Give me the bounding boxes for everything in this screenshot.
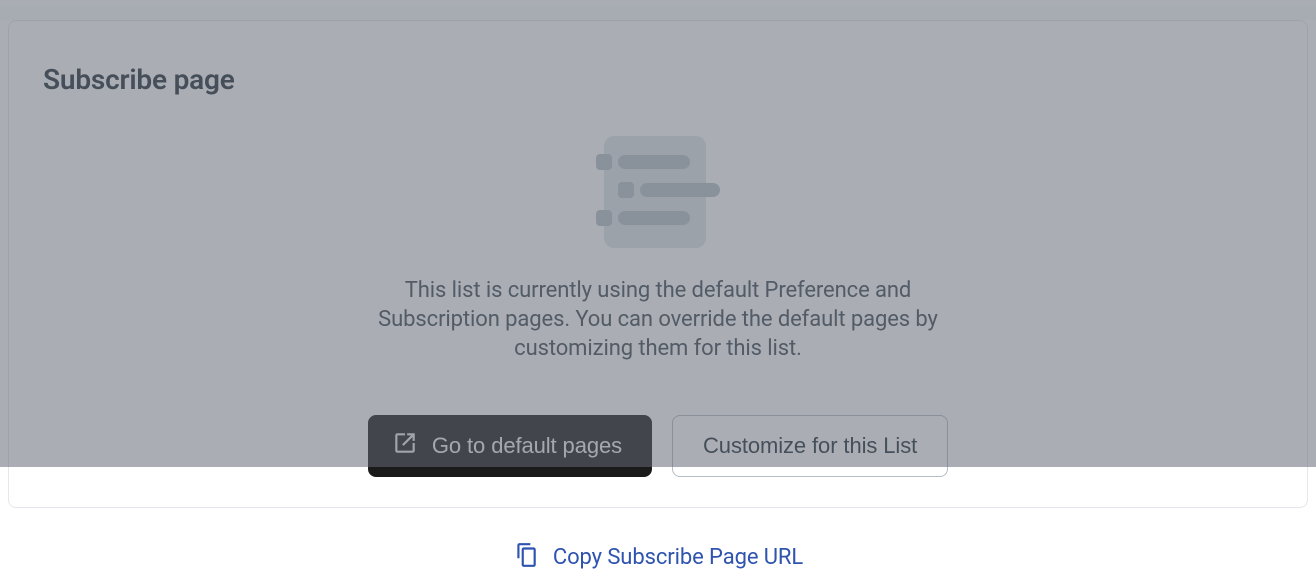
empty-state-illustration [9, 136, 1307, 248]
gap [0, 6, 1316, 20]
copy-icon [513, 542, 539, 572]
copy-link-label: Copy Subscribe Page URL [553, 545, 803, 570]
button-label: Customize for this List [703, 433, 917, 459]
customize-for-this-list-button[interactable]: Customize for this List [672, 415, 948, 477]
copy-subscribe-url-link[interactable]: Copy Subscribe Page URL [0, 508, 1316, 572]
button-row: Go to default pages Customize for this L… [9, 415, 1307, 477]
subscribe-page-card: Subscribe page This list is currently us… [8, 20, 1308, 508]
button-label: Go to default pages [432, 433, 622, 459]
external-link-icon [392, 430, 418, 462]
section-title: Subscribe page [9, 21, 1307, 96]
section-description: This list is currently using the default… [348, 276, 968, 363]
go-to-default-pages-button[interactable]: Go to default pages [368, 415, 652, 477]
